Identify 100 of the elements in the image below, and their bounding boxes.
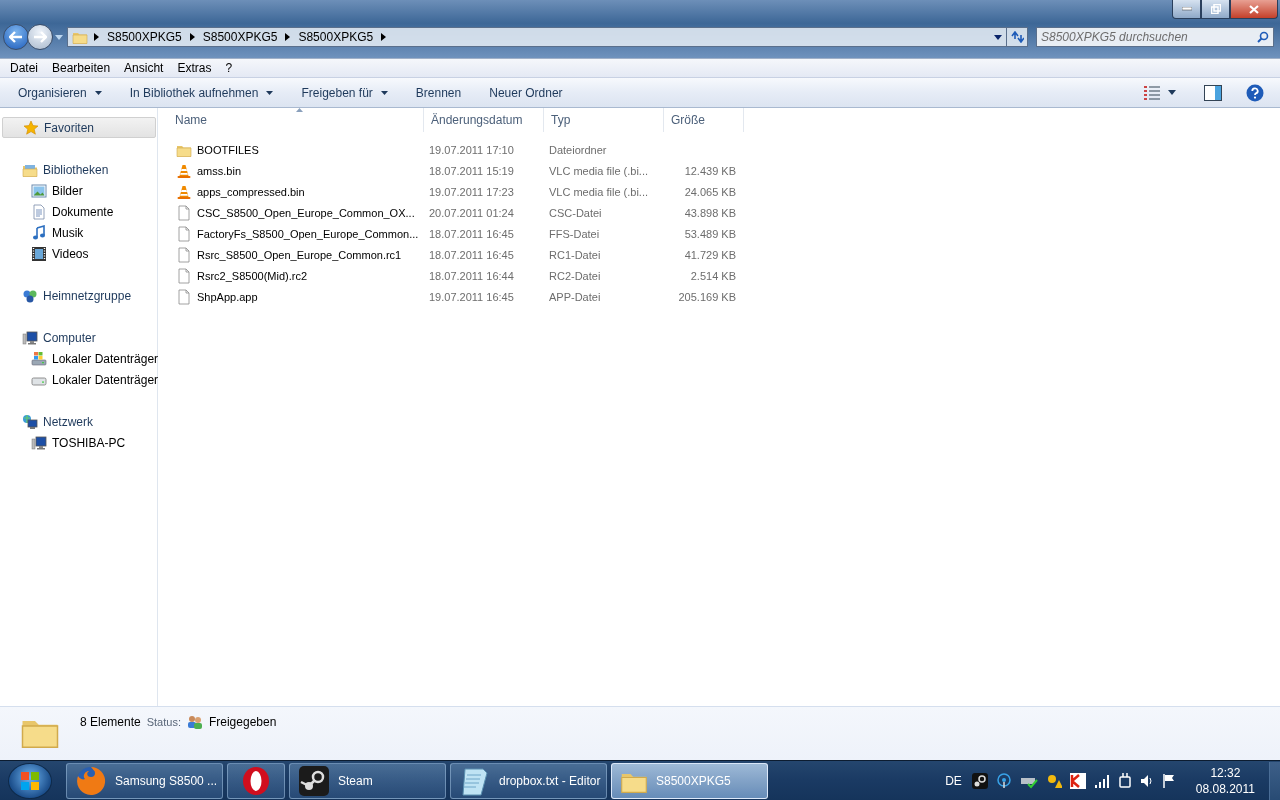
sidebar-item-label: Favoriten [44, 120, 95, 135]
warning-icon[interactable] [1045, 772, 1062, 789]
traffic-cone-icon [176, 183, 192, 200]
refresh-button[interactable] [1006, 27, 1028, 47]
column-header[interactable]: Name [168, 108, 424, 132]
breadcrumb-arrow-icon[interactable] [189, 33, 195, 41]
taskbar-button[interactable]: Samsung S8500 ... [66, 762, 223, 799]
signal-bars-icon[interactable] [1093, 773, 1110, 788]
sidebar-item[interactable]: Heimnetzgruppe [2, 285, 156, 306]
back-button[interactable] [3, 24, 29, 50]
document-icon [176, 204, 192, 221]
sidebar-item[interactable]: TOSHIBA-PC [2, 432, 156, 453]
item-count: 8 Elemente [80, 715, 141, 729]
column-header[interactable]: Änderungsdatum [424, 108, 544, 132]
power-plug-icon[interactable] [1117, 772, 1132, 789]
column-label: Änderungsdatum [431, 113, 523, 127]
file-row-name[interactable]: Rsrc_S8500_Open_Europe_Common.rc1 [168, 246, 424, 263]
table-cell-text: CSC-Datei [548, 206, 603, 219]
breadcrumb[interactable]: S8500XPKG5 [105, 30, 184, 44]
broadcast-icon[interactable] [995, 772, 1012, 789]
breadcrumb-arrow-icon[interactable] [381, 33, 387, 41]
file-name: FactoryFs_S8500_Open_Europe_Common... [197, 227, 419, 240]
sidebar-item[interactable]: Lokaler Datenträger [2, 348, 156, 369]
table-cell-text: 19.07.2011 17:10 [428, 143, 515, 156]
file-row-name[interactable]: BOOTFILES [168, 141, 424, 158]
sidebar-item[interactable]: Bibliotheken [2, 159, 156, 180]
table-cell-text: 24.065 KB [683, 185, 737, 198]
file-row-name[interactable]: amss.bin [168, 162, 424, 179]
menu-item[interactable]: Bearbeiten [45, 61, 118, 75]
document-icon [176, 288, 192, 305]
sidebar-item-label: Lokaler Datenträger [52, 372, 159, 387]
toolbar-button[interactable]: Freigeben für [291, 80, 398, 105]
toolbar-button[interactable]: Brennen [405, 80, 472, 105]
minimize-button[interactable] [1172, 0, 1201, 19]
sidebar-item[interactable]: Dokumente [2, 201, 156, 222]
menu-item[interactable]: Ansicht [117, 61, 171, 75]
menu-item[interactable]: ? [218, 61, 240, 75]
refresh-arrows-icon [1010, 31, 1024, 43]
sidebar-item-label: Bibliotheken [43, 162, 109, 177]
computer-icon [22, 329, 38, 346]
history-caret-icon[interactable] [55, 34, 63, 40]
sidebar-item[interactable]: Netzwerk [2, 411, 156, 432]
close-button[interactable] [1230, 0, 1278, 19]
table-cell-text: 20.07.2011 01:24 [428, 206, 515, 219]
sidebar-item[interactable]: Favoriten [2, 117, 156, 138]
sidebar-item[interactable]: Lokaler Datenträger [2, 369, 156, 390]
table-cell-text: 19.07.2011 16:45 [428, 290, 515, 303]
document-icon [176, 246, 192, 263]
breadcrumb[interactable]: S8500XPKG5 [200, 30, 280, 44]
picture-icon [31, 182, 47, 199]
sidebar-item-label: Bilder [52, 183, 83, 198]
taskbar-button[interactable]: Steam [289, 762, 446, 799]
dropdown-caret-icon[interactable] [994, 34, 1002, 40]
status-value: Freigegeben [208, 715, 277, 729]
file-row-name[interactable]: ShpApp.app [168, 288, 424, 305]
file-row-name[interactable]: CSC_S8500_Open_Europe_Common_OX... [168, 204, 424, 221]
restore-button[interactable] [1201, 0, 1230, 19]
taskbar-button[interactable] [227, 762, 285, 799]
flag-icon[interactable] [1161, 772, 1176, 789]
taskbar-button[interactable]: dropbox.txt - Editor [450, 762, 607, 799]
address-bar[interactable]: S8500XPKG5 S8500XPKG5 S8500XPKG5 [67, 27, 1007, 47]
sidebar-item[interactable]: Computer [2, 327, 156, 348]
breadcrumb-arrow-icon[interactable] [285, 33, 291, 41]
toolbar-button[interactable]: Organisieren [8, 80, 112, 105]
steam-tray-icon[interactable] [971, 772, 988, 789]
start-button[interactable] [8, 762, 52, 799]
breadcrumb[interactable]: S8500XPKG5 [296, 30, 376, 44]
menu-item[interactable]: Datei [3, 61, 45, 75]
column-header[interactable]: Größe [664, 108, 744, 132]
traffic-cone-icon [176, 162, 192, 179]
language-indicator[interactable]: DE [945, 773, 962, 788]
antivirus-icon[interactable] [1069, 772, 1086, 789]
column-header[interactable]: Typ [544, 108, 664, 132]
computer-icon [31, 434, 47, 451]
forward-button[interactable] [27, 24, 53, 50]
clock[interactable]: 12:32 08.08.2011 [1195, 764, 1255, 797]
windows-logo-icon [20, 770, 40, 791]
toolbar-button[interactable]: Neuer Ordner [479, 80, 573, 105]
speaker-icon[interactable] [1139, 773, 1154, 788]
breadcrumb-arrow-icon[interactable] [94, 33, 99, 41]
star-icon [23, 119, 39, 136]
table-cell-text: VLC media file (.bi... [548, 185, 650, 198]
file-row-name[interactable]: FactoryFs_S8500_Open_Europe_Common... [168, 225, 424, 242]
preview-pane-icon[interactable] [1204, 84, 1222, 101]
file-row-name[interactable]: apps_compressed.bin [168, 183, 424, 200]
search-field[interactable]: S8500XPKG5 durchsuchen [1036, 27, 1274, 47]
document-icon [176, 225, 192, 242]
sidebar-item[interactable]: Bilder [2, 180, 156, 201]
sidebar-item[interactable]: Musik [2, 222, 156, 243]
table-cell-text: 41.729 KB [683, 248, 737, 261]
file-row-name[interactable]: Rsrc2_S8500(Mid).rc2 [168, 267, 424, 284]
help-icon[interactable] [1246, 83, 1264, 102]
search-icon [1257, 31, 1269, 43]
clock-date: 08.08.2011 [1195, 780, 1255, 797]
toolbar-button[interactable]: In Bibliothek aufnehmen [119, 80, 284, 105]
sidebar-item[interactable]: Videos [2, 243, 156, 264]
view-list-icon[interactable] [1144, 85, 1160, 100]
drive-icon [31, 350, 47, 367]
dropdown-caret-icon[interactable] [1168, 90, 1176, 95]
menu-item[interactable]: Extras [170, 61, 219, 75]
